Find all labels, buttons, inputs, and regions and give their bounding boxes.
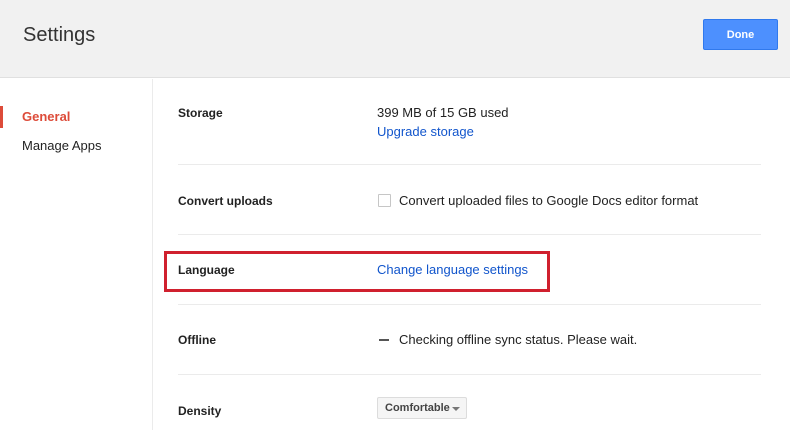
- divider: [178, 304, 761, 305]
- density-dropdown[interactable]: Comfortable: [377, 397, 467, 419]
- convert-uploads-text: Convert uploaded files to Google Docs ed…: [399, 193, 699, 208]
- divider: [178, 374, 761, 375]
- divider: [178, 234, 761, 235]
- indeterminate-dash-icon: [379, 339, 389, 341]
- page-title: Settings: [23, 24, 96, 46]
- language-label: Language: [178, 263, 235, 277]
- sidebar-item-manage-apps[interactable]: Manage Apps: [0, 135, 152, 157]
- density-label: Density: [178, 404, 222, 418]
- offline-label: Offline: [178, 333, 216, 347]
- settings-content: Storage 399 MB of 15 GB used Upgrade sto…: [153, 79, 790, 430]
- divider: [178, 164, 761, 165]
- settings-header: Settings Done: [0, 0, 790, 78]
- density-selected-value: Comfortable: [385, 402, 450, 414]
- storage-label: Storage: [178, 106, 223, 120]
- upgrade-storage-link[interactable]: Upgrade storage: [377, 124, 474, 139]
- change-language-link[interactable]: Change language settings: [377, 262, 528, 277]
- storage-usage-text: 399 MB of 15 GB used: [377, 105, 509, 120]
- chevron-down-icon: [452, 407, 460, 411]
- convert-uploads-checkbox[interactable]: [378, 194, 391, 207]
- settings-sidebar: General Manage Apps: [0, 79, 153, 430]
- offline-status-text: Checking offline sync status. Please wai…: [399, 332, 638, 347]
- convert-uploads-label: Convert uploads: [178, 194, 273, 208]
- done-button[interactable]: Done: [703, 19, 778, 50]
- sidebar-item-general[interactable]: General: [0, 106, 152, 128]
